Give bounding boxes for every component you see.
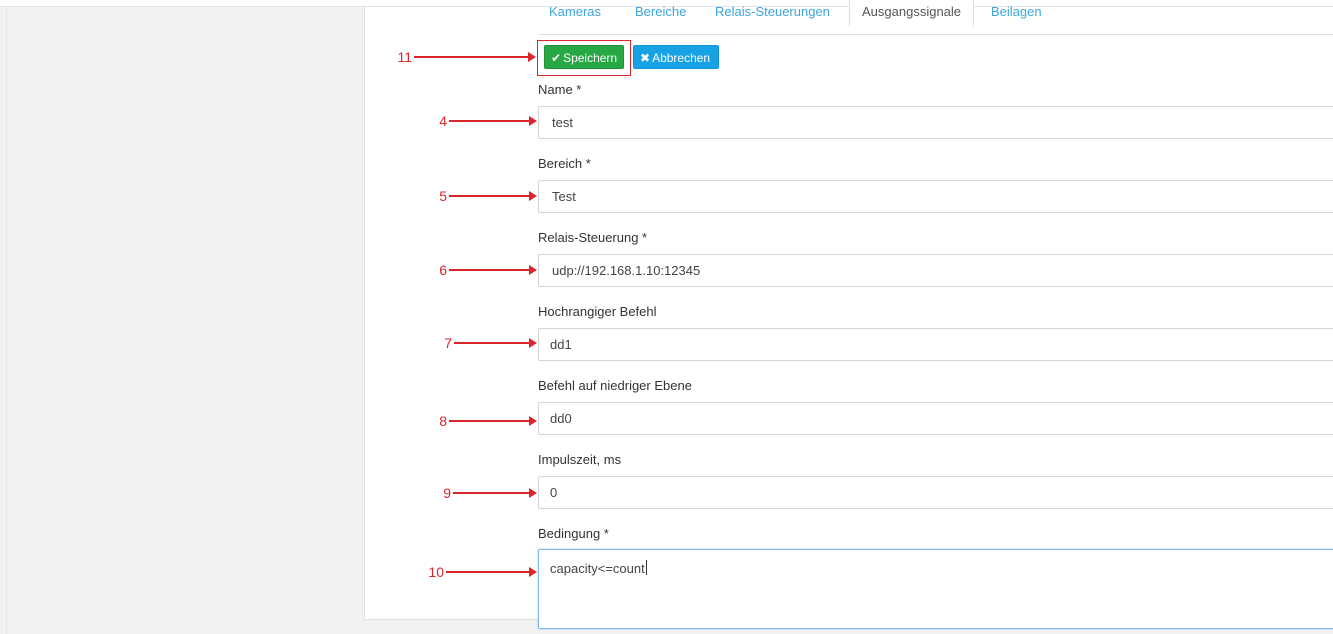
check-icon: ✔ [551, 51, 562, 65]
callout-number: 4 [439, 113, 447, 129]
callout-number: 5 [439, 188, 447, 204]
niedriger-befehl-label: Befehl auf niedriger Ebene [538, 378, 692, 393]
cancel-button-label: Abbrechen [652, 51, 711, 65]
impulszeit-input[interactable]: 0 [538, 476, 1333, 509]
tab-beilagen[interactable]: Beilagen [979, 0, 1054, 25]
bedingung-textarea[interactable]: capacity<=count [538, 549, 1333, 629]
cancel-button[interactable]: ✖ Abbrechen [633, 45, 719, 69]
callout-number: 10 [428, 564, 444, 580]
impulszeit-label: Impulszeit, ms [538, 452, 622, 467]
callout-number: 9 [443, 485, 451, 501]
callout-number: 11 [397, 49, 412, 65]
close-icon: ✖ [640, 51, 651, 65]
main-panel: Kameras Bereiche Relais-Steuerungen Ausg… [364, 0, 1333, 620]
left-panel [6, 7, 365, 634]
bereich-label: Bereich * [538, 156, 591, 171]
hochrangiger-befehl-label: Hochrangiger Befehl [538, 304, 657, 319]
tab-relais-steuerungen[interactable]: Relais-Steuerungen [703, 0, 842, 25]
relais-select[interactable]: udp://192.168.1.10:12345 [538, 254, 1333, 287]
bedingung-text: capacity<=count [550, 561, 645, 576]
relais-label: Relais-Steuerung * [538, 230, 648, 245]
callout-number: 6 [439, 262, 447, 278]
name-label: Name * [538, 82, 582, 97]
niedriger-befehl-input[interactable]: dd0 [538, 402, 1333, 435]
tab-bereiche[interactable]: Bereiche [623, 0, 698, 25]
tab-kameras[interactable]: Kameras [537, 0, 613, 25]
tab-bar: Kameras Bereiche Relais-Steuerungen Ausg… [539, 0, 1333, 35]
bedingung-label: Bedingung * [538, 526, 609, 541]
save-button-label: Speichern [563, 51, 618, 65]
save-button[interactable]: ✔ Speichern [544, 45, 624, 69]
hochrangiger-befehl-input[interactable]: dd1 [538, 328, 1333, 361]
callout-number: 7 [444, 335, 452, 351]
name-input[interactable]: test [538, 106, 1333, 139]
tab-ausgangssignale[interactable]: Ausgangssignale [849, 0, 975, 27]
bereich-select[interactable]: Test [538, 180, 1333, 213]
callout-number: 8 [439, 413, 447, 429]
text-caret [645, 560, 647, 575]
